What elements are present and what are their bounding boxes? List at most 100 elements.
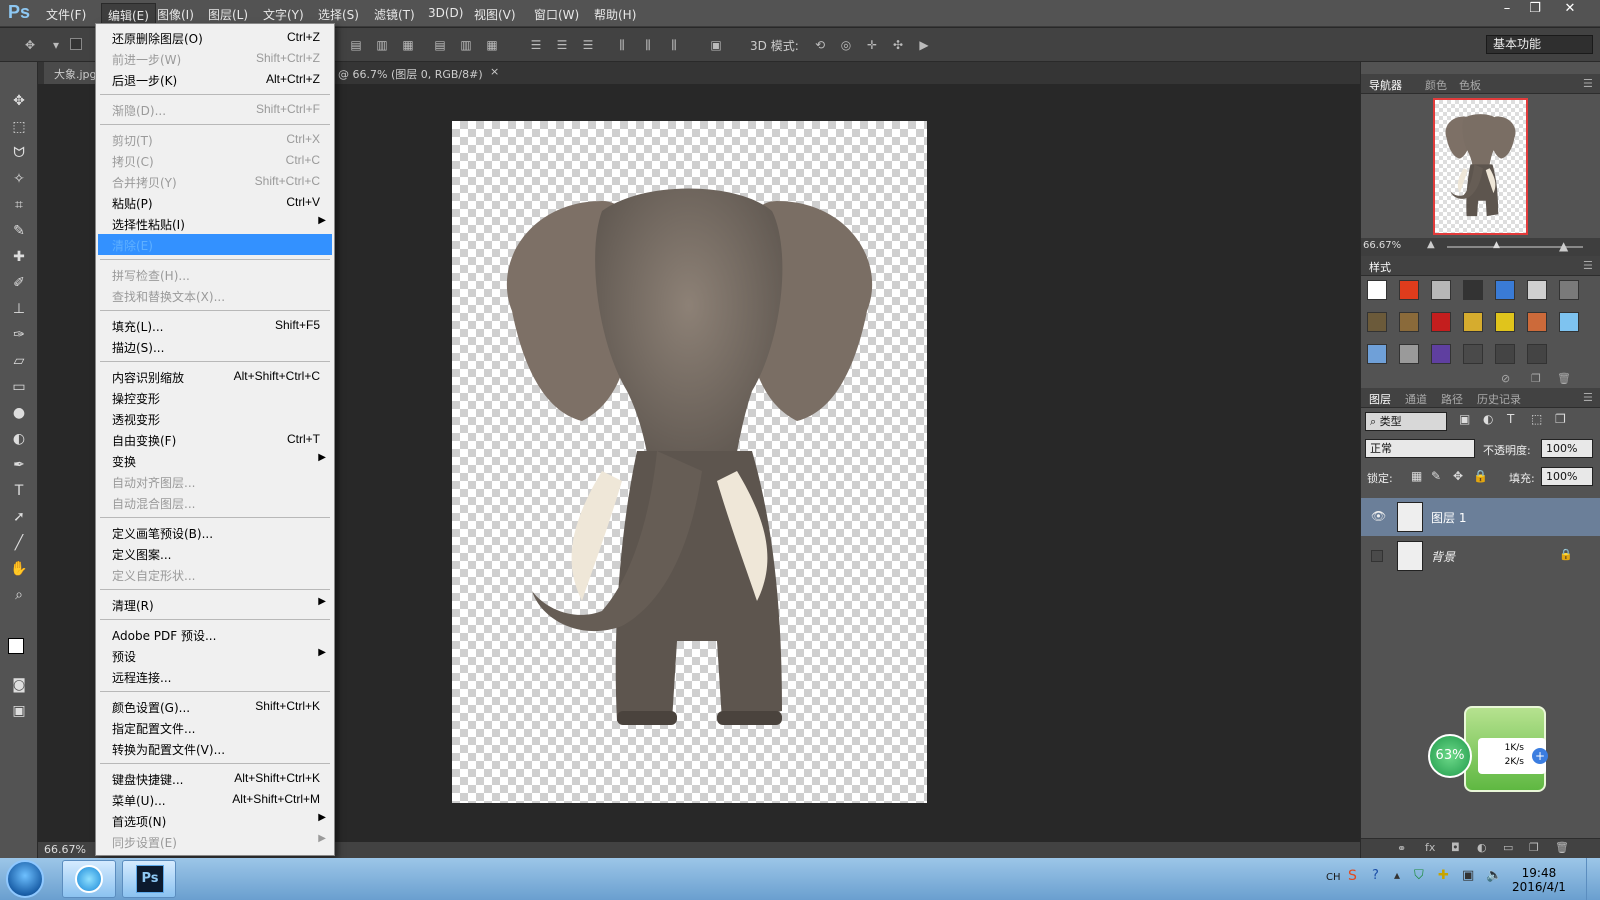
navigator-thumbnail[interactable] <box>1433 98 1528 235</box>
distribute-left-icon[interactable]: ⫼ <box>614 37 630 53</box>
menu-10[interactable]: 帮助(H) <box>594 6 636 23</box>
line-tool-icon[interactable]: ╱ <box>8 532 30 554</box>
align-top-icon[interactable]: ▤ <box>348 37 364 53</box>
zoom-level[interactable]: 66.67% <box>44 843 86 856</box>
menu-4[interactable]: 文字(Y) <box>263 6 304 23</box>
edit-menu-item[interactable]: 清理(R) ▶ <box>98 594 332 615</box>
tray-app-icon[interactable]: ✚ <box>1438 868 1449 883</box>
3d-slide-icon[interactable]: ✣ <box>890 37 906 53</box>
security-shield-icon[interactable]: ⛉ <box>1414 868 1424 883</box>
edit-menu-item[interactable]: Adobe PDF 预设... <box>98 624 332 645</box>
layer-filter-select[interactable]: ⌕ 类型 <box>1365 412 1447 431</box>
clear-style-icon[interactable]: ⊘ <box>1501 372 1510 385</box>
edit-menu-item[interactable]: 操控变形 <box>98 387 332 408</box>
eyedropper-tool-icon[interactable]: ✎ <box>8 220 30 242</box>
edit-menu-item[interactable]: 还原删除图层(O) Ctrl+Z <box>98 27 332 48</box>
layer-name[interactable]: 图层 1 <box>1431 509 1466 526</box>
menu-9[interactable]: 窗口(W) <box>534 6 579 23</box>
filter-adjust-icon[interactable]: ◐ <box>1483 412 1493 426</box>
style-swatch[interactable] <box>1367 312 1387 332</box>
3d-roll-icon[interactable]: ◎ <box>838 37 854 53</box>
edit-menu-item[interactable]: 描边(S)... <box>98 336 332 357</box>
style-swatch[interactable] <box>1495 280 1515 300</box>
edit-menu-item[interactable]: 定义画笔预设(B)... <box>98 522 332 543</box>
visibility-toggle[interactable] <box>1371 550 1383 562</box>
ime-icon[interactable]: S <box>1348 868 1357 884</box>
3d-scale-icon[interactable]: ▶ <box>916 37 932 53</box>
brush-tool-icon[interactable]: ✐ <box>8 272 30 294</box>
edit-menu-item[interactable]: 同步设置(E) ▶ <box>98 831 332 852</box>
style-swatch[interactable] <box>1527 344 1547 364</box>
style-swatch[interactable] <box>1431 312 1451 332</box>
distribute-hcenter-icon[interactable]: ⫼ <box>640 37 656 53</box>
lock-all-icon[interactable]: 🔒 <box>1473 469 1488 483</box>
healing-brush-tool-icon[interactable]: ✚ <box>8 246 30 268</box>
layer-row[interactable]: 背景 🔒 <box>1361 537 1600 575</box>
edit-menu-item[interactable]: 粘贴(P) Ctrl+V <box>98 192 332 213</box>
zoom-slider-handle[interactable]: ▲ <box>1493 240 1500 250</box>
align-bottom-icon[interactable]: ▦ <box>400 37 416 53</box>
style-swatch[interactable] <box>1527 280 1547 300</box>
network-speed-widget[interactable]: 63% 1K/s 2K/s + <box>1428 706 1548 796</box>
history-brush-tool-icon[interactable]: ✑ <box>8 324 30 346</box>
new-group-icon[interactable]: ▭ <box>1503 841 1513 854</box>
edit-menu-item[interactable]: 拷贝(C) Ctrl+C <box>98 150 332 171</box>
filter-smart-icon[interactable]: ❐ <box>1555 412 1566 426</box>
edit-menu-item[interactable]: 预设 ▶ <box>98 645 332 666</box>
align-right-icon[interactable]: ▦ <box>484 37 500 53</box>
edit-menu-item[interactable]: 变换 ▶ <box>98 450 332 471</box>
styles-menu-icon[interactable]: ☰ <box>1583 259 1593 272</box>
distribute-top-icon[interactable]: ☰ <box>528 37 544 53</box>
style-swatch[interactable] <box>1367 280 1387 300</box>
blend-mode-select[interactable]: 正常 <box>1365 439 1475 458</box>
delete-style-icon[interactable]: 🗑 <box>1557 372 1571 385</box>
distribute-right-icon[interactable]: ⫼ <box>666 37 682 53</box>
style-swatch[interactable] <box>1399 312 1419 332</box>
lock-pixels-icon[interactable]: ✎ <box>1431 469 1441 483</box>
filter-shape-icon[interactable]: ⬚ <box>1531 412 1542 426</box>
tab-layers[interactable]: 图层 <box>1369 391 1391 407</box>
foreground-color-swatch[interactable] <box>8 638 24 654</box>
edit-menu-item[interactable]: 自由变换(F) Ctrl+T <box>98 429 332 450</box>
style-swatch[interactable] <box>1463 344 1483 364</box>
edit-menu-item[interactable]: 菜单(U)... Alt+Shift+Ctrl+M <box>98 789 332 810</box>
edit-menu-item[interactable]: 剪切(T) Ctrl+X <box>98 129 332 150</box>
style-swatch[interactable] <box>1495 344 1515 364</box>
tab-paths[interactable]: 路径 <box>1441 391 1463 407</box>
visibility-eye-icon[interactable]: 👁 <box>1371 509 1386 523</box>
style-swatch[interactable] <box>1559 312 1579 332</box>
minimize-button[interactable]: – <box>1492 0 1522 20</box>
edit-menu-item[interactable]: 首选项(N) ▶ <box>98 810 332 831</box>
edit-menu-item[interactable]: 清除(E) <box>98 234 332 255</box>
type-tool-icon[interactable]: T <box>8 480 30 502</box>
edit-menu-item[interactable]: 填充(L)... Shift+F5 <box>98 315 332 336</box>
edit-menu-item[interactable]: 选择性粘贴(I) ▶ <box>98 213 332 234</box>
style-swatch[interactable] <box>1527 312 1547 332</box>
lock-position-icon[interactable]: ✥ <box>1453 469 1463 483</box>
close-window-button[interactable]: ✕ <box>1555 0 1585 20</box>
edit-menu-item[interactable]: 远程连接... <box>98 666 332 687</box>
fx-icon[interactable]: fx <box>1425 841 1435 854</box>
panel-menu-icon[interactable]: ☰ <box>1583 77 1593 90</box>
tab-styles[interactable]: 样式 <box>1369 259 1391 275</box>
distribute-vcenter-icon[interactable]: ☰ <box>554 37 570 53</box>
style-swatch[interactable] <box>1559 280 1579 300</box>
zoom-tool-icon[interactable]: ⌕ <box>8 584 30 606</box>
lasso-tool-icon[interactable]: ᗢ <box>8 142 30 164</box>
style-swatch[interactable] <box>1463 280 1483 300</box>
eraser-tool-icon[interactable]: ▱ <box>8 350 30 372</box>
pen-tool-icon[interactable]: ✒ <box>8 454 30 476</box>
menu-0[interactable]: 文件(F) <box>46 6 86 23</box>
style-swatch[interactable] <box>1431 344 1451 364</box>
3d-pan-icon[interactable]: ✛ <box>864 37 880 53</box>
start-button[interactable] <box>6 860 44 898</box>
edit-menu-item[interactable]: 内容识别缩放 Alt+Shift+Ctrl+C <box>98 366 332 387</box>
magic-wand-tool-icon[interactable]: ✧ <box>8 168 30 190</box>
edit-menu-item[interactable]: 自动混合图层... <box>98 492 332 513</box>
workspace-select[interactable]: 基本功能 <box>1486 35 1593 54</box>
style-swatch[interactable] <box>1431 280 1451 300</box>
opacity-input[interactable]: 100% <box>1541 439 1593 458</box>
filter-type-icon[interactable]: T <box>1507 412 1514 426</box>
move-tool-preset-icon[interactable]: ✥ <box>22 37 38 53</box>
align-left-icon[interactable]: ▤ <box>432 37 448 53</box>
